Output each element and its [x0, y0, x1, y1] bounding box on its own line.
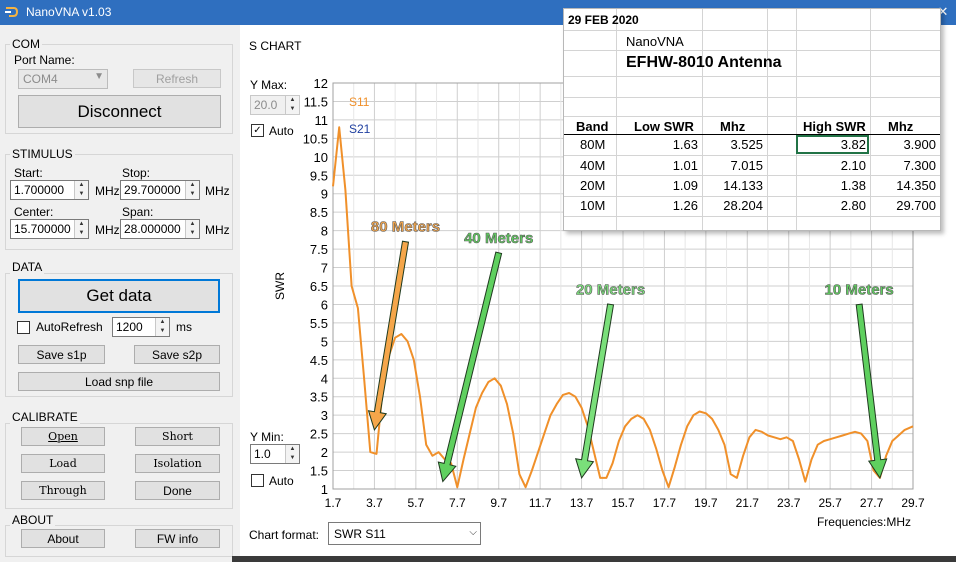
header-mhz-high: Mhz	[888, 119, 914, 134]
header-band: Band	[576, 119, 609, 134]
cell-low-swr: 1.63	[672, 137, 698, 152]
spinner-icon[interactable]: ▲ ▼	[285, 96, 299, 114]
chevron-down-icon: ▼	[94, 71, 104, 82]
ymin-input[interactable]: 1.0 ▲ ▼	[250, 444, 300, 464]
chevron-down-icon: ⌵	[469, 527, 477, 538]
cell-high-swr: 1.38	[840, 178, 866, 193]
calibrate-group-label: CALIBRATE	[10, 410, 80, 424]
cell-low-swr: 1.09	[672, 178, 698, 193]
through-button[interactable]: Through	[21, 481, 105, 500]
cell-band: 10M	[580, 198, 606, 213]
spinner-icon[interactable]: ▲ ▼	[185, 181, 199, 199]
ymax-input[interactable]: 20.0 ▲ ▼	[250, 95, 300, 115]
about-group-label: ABOUT	[10, 513, 56, 527]
spinner-icon[interactable]: ▲ ▼	[155, 318, 169, 336]
port-value: COM4	[23, 72, 58, 86]
autorefresh-label: AutoRefresh	[36, 320, 103, 334]
span-value: 28.000000	[124, 222, 181, 236]
com-group-label: COM	[10, 37, 42, 51]
span-unit: MHz	[205, 223, 230, 237]
center-label: Center:	[14, 205, 54, 219]
sheet-brand: NanoVNA	[626, 34, 684, 49]
header-mhz-low: Mhz	[720, 119, 746, 134]
start-input[interactable]: 1.700000 ▲ ▼	[10, 180, 89, 200]
header-low-swr: Low SWR	[634, 119, 694, 134]
app-icon	[5, 7, 19, 17]
stop-input[interactable]: 29.700000 ▲ ▼	[120, 180, 200, 200]
stop-value: 29.700000	[124, 183, 181, 197]
open-button[interactable]: Open	[21, 427, 105, 446]
cell-mhz-high: 14.350	[896, 178, 936, 193]
stimulus-group-label: STIMULUS	[10, 147, 75, 161]
cell-high-swr: 2.80	[840, 198, 866, 213]
spinner-icon[interactable]: ▲ ▼	[285, 445, 299, 463]
selected-cell	[796, 135, 869, 154]
span-label: Span:	[122, 205, 154, 219]
data-group-label: DATA	[10, 260, 45, 274]
center-value: 15.700000	[14, 222, 71, 236]
get-data-button[interactable]: Get data	[18, 279, 220, 313]
cell-high-swr: 2.10	[840, 158, 866, 173]
port-name-label: Port Name:	[14, 53, 75, 67]
sheet-title: EFHW-8010 Antenna	[626, 54, 782, 71]
cell-mhz-high: 3.900	[903, 137, 936, 152]
auto-max-label: Auto	[269, 124, 294, 138]
s-chart-group-label: S CHART	[249, 39, 302, 53]
ymin-label: Y Min:	[250, 430, 284, 444]
auto-min-checkbox[interactable]	[251, 474, 264, 487]
cell-mhz-low: 3.525	[730, 137, 763, 152]
ymax-value: 20.0	[254, 98, 278, 112]
cell-mhz-high: 7.300	[903, 158, 936, 173]
short-button[interactable]: Short	[135, 427, 220, 446]
auto-min-label: Auto	[269, 474, 294, 488]
taskbar-strip	[232, 556, 956, 562]
stop-label: Stop:	[122, 166, 151, 180]
center-unit: MHz	[95, 223, 120, 237]
cell-mhz-low: 28.204	[723, 198, 763, 213]
interval-unit: ms	[176, 320, 192, 334]
interval-input[interactable]: 1200 ▲ ▼	[112, 317, 170, 337]
fw-info-button[interactable]: FW info	[135, 529, 220, 548]
interval-value: 1200	[116, 320, 143, 334]
center-input[interactable]: 15.700000 ▲ ▼	[10, 219, 89, 239]
stop-unit: MHz	[205, 184, 230, 198]
span-input[interactable]: 28.000000 ▲ ▼	[120, 219, 200, 239]
isolation-button[interactable]: Isolation	[135, 454, 220, 473]
disconnect-button[interactable]: Disconnect	[18, 95, 221, 128]
save-s1p-button[interactable]: Save s1p	[18, 345, 105, 364]
start-unit: MHz	[95, 184, 120, 198]
start-value: 1.700000	[14, 183, 65, 197]
cell-band: 80M	[580, 137, 606, 152]
auto-max-checkbox[interactable]: ✓	[251, 124, 264, 137]
chart-format-label: Chart format:	[249, 528, 320, 542]
spinner-icon[interactable]: ▲ ▼	[74, 220, 88, 238]
spreadsheet-overlay: 29 FEB 2020 NanoVNA EFHW-8010 Antenna Ba…	[563, 8, 941, 231]
spinner-icon[interactable]: ▲ ▼	[185, 220, 199, 238]
done-button[interactable]: Done	[135, 481, 220, 500]
ymax-label: Y Max:	[250, 78, 288, 92]
save-s2p-button[interactable]: Save s2p	[134, 345, 220, 364]
refresh-button[interactable]: Refresh	[133, 69, 221, 88]
autorefresh-checkbox[interactable]	[17, 321, 30, 334]
cell-mhz-low: 7.015	[730, 158, 763, 173]
sheet-date: 29 FEB 2020	[568, 13, 639, 27]
load-button[interactable]: Load	[21, 454, 105, 473]
ymin-value: 1.0	[254, 447, 271, 461]
cell-mhz-high: 29.700	[896, 198, 936, 213]
window-title: NanoVNA v1.03	[26, 5, 112, 19]
header-high-swr: High SWR	[803, 119, 866, 134]
spinner-icon[interactable]: ▲ ▼	[74, 181, 88, 199]
chart-format-value: SWR S11	[334, 527, 386, 541]
load-snp-button[interactable]: Load snp file	[18, 372, 220, 391]
cell-low-swr: 1.26	[672, 198, 698, 213]
cell-band: 40M	[580, 158, 606, 173]
cell-low-swr: 1.01	[672, 158, 698, 173]
control-panel: COM Port Name: COM4 ▼ Refresh Disconnect…	[0, 25, 240, 562]
start-label: Start:	[14, 166, 43, 180]
chart-format-select[interactable]: SWR S11 ⌵	[328, 522, 481, 545]
cell-band: 20M	[580, 178, 606, 193]
port-select[interactable]: COM4 ▼	[18, 69, 108, 89]
cell-mhz-low: 14.133	[723, 178, 763, 193]
about-button[interactable]: About	[21, 529, 105, 548]
